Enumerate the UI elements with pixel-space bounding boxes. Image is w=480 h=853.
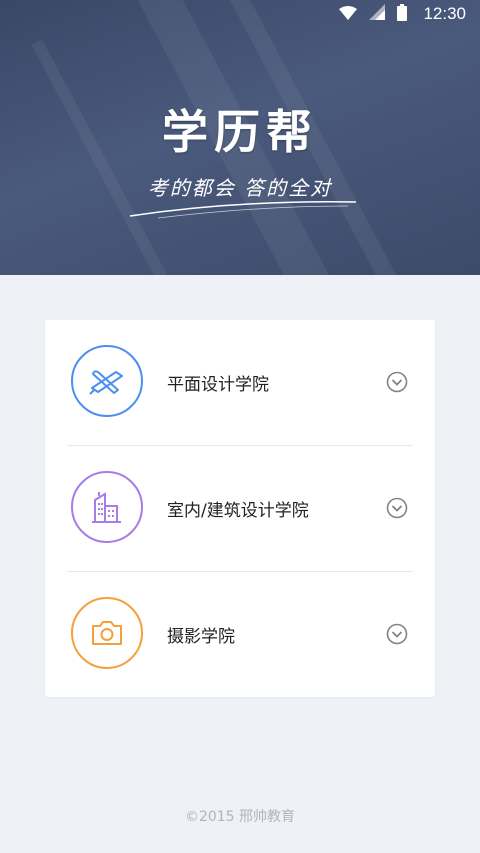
college-list-card: 平面设计学院 室内/建筑设计学院 摄影学院 — [45, 320, 435, 697]
chevron-down-icon[interactable] — [386, 497, 408, 519]
graphic-design-icon-circle — [71, 345, 143, 417]
clock: 12:30 — [423, 4, 466, 23]
chevron-down-icon[interactable] — [386, 371, 408, 393]
signal-icon — [369, 4, 386, 24]
building-icon — [92, 492, 121, 523]
battery-icon — [397, 3, 408, 25]
wifi-icon — [339, 5, 358, 24]
college-item-graphic-design[interactable]: 平面设计学院 — [45, 320, 435, 445]
hero-banner: 12:30 学历帮 考的都会 答的全对 — [0, 0, 480, 275]
photography-icon-circle — [71, 597, 143, 669]
college-item-photography[interactable]: 摄影学院 — [45, 572, 435, 697]
camera-icon — [92, 621, 122, 645]
app-logo-title: 学历帮 — [162, 105, 318, 159]
status-bar: 12:30 — [0, 0, 480, 28]
chevron-down-icon[interactable] — [386, 623, 408, 645]
college-label: 平面设计学院 — [167, 375, 269, 395]
swoosh-decoration — [129, 201, 357, 219]
copyright-footer: ©2015 邢帅教育 — [184, 809, 296, 825]
college-item-interior-architecture[interactable]: 室内/建筑设计学院 — [45, 446, 435, 571]
college-label: 室内/建筑设计学院 — [167, 501, 309, 521]
interior-design-icon-circle — [71, 471, 143, 543]
brush-pencil-icon — [89, 370, 123, 395]
college-label: 摄影学院 — [167, 627, 235, 647]
